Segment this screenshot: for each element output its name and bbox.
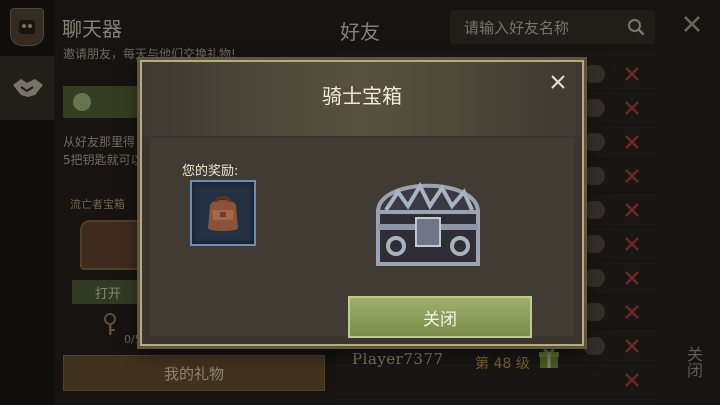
knight-chest-modal: 骑士宝箱 您的奖励: 关闭 [140, 60, 584, 346]
close-icon[interactable] [548, 72, 568, 92]
modal-header: 骑士宝箱 [142, 62, 582, 136]
chest-icon [375, 181, 481, 266]
backpack-icon [208, 196, 238, 231]
reward-label: 您的奖励: [182, 164, 239, 179]
modal-title: 骑士宝箱 [322, 84, 402, 108]
reward-slot[interactable] [190, 180, 256, 246]
modal-close-button[interactable]: 关闭 [348, 296, 532, 338]
